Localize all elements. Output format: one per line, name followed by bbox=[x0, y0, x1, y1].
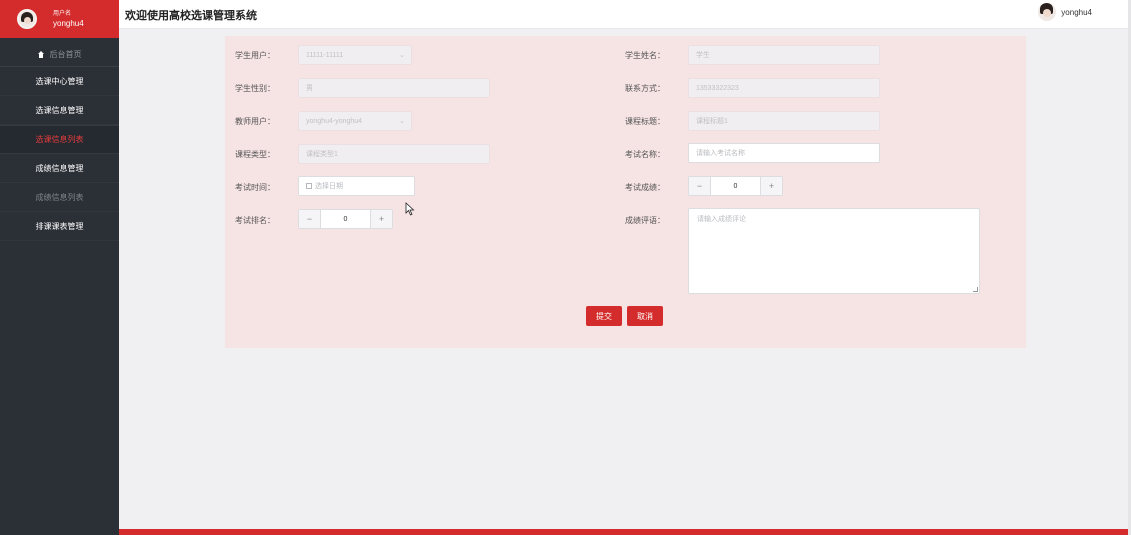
exam-rank-stepper[interactable]: − 0 + bbox=[298, 209, 393, 229]
sidebar-user-role: 用户名 bbox=[53, 11, 72, 17]
course-type-field[interactable]: 课程类型1 bbox=[298, 144, 490, 164]
header-username: yonghu4 bbox=[1061, 7, 1092, 17]
calendar-icon bbox=[306, 183, 312, 189]
sidebar-avatar bbox=[17, 9, 37, 29]
student-name-label: 学生姓名： bbox=[625, 51, 665, 60]
app-root: 用户名 yonghu4 后台首页 选课中心管理 选课信息管理 选课信息列表 成绩… bbox=[0, 0, 1131, 535]
sidebar-item-score-list[interactable]: 成绩信息列表 bbox=[0, 183, 119, 212]
sidebar-item-schedule[interactable]: 排课课表管理 bbox=[0, 212, 119, 241]
exam-score-stepper[interactable]: − 0 + bbox=[688, 176, 783, 196]
increment-button[interactable]: + bbox=[760, 177, 782, 195]
sidebar-item-course-center[interactable]: 选课中心管理 bbox=[0, 67, 119, 96]
mouse-cursor-icon bbox=[405, 202, 415, 216]
exam-score-value[interactable]: 0 bbox=[711, 177, 760, 195]
decrement-button[interactable]: − bbox=[689, 177, 711, 195]
sidebar: 用户名 yonghu4 后台首页 选课中心管理 选课信息管理 选课信息列表 成绩… bbox=[0, 0, 119, 535]
exam-name-input[interactable]: 请输入考试名称 bbox=[688, 143, 880, 163]
score-comment-textarea[interactable]: 请输入成绩评论 bbox=[688, 208, 980, 294]
sidebar-item-score-management[interactable]: 成绩信息管理 bbox=[0, 154, 119, 183]
course-type-value: 课程类型1 bbox=[306, 151, 338, 158]
sidebar-item-label: 排课课表管理 bbox=[35, 221, 84, 231]
course-title-field[interactable]: 课程标题1 bbox=[688, 111, 880, 131]
course-title-label: 课程标题： bbox=[625, 117, 665, 126]
avatar bbox=[1038, 3, 1057, 21]
student-name-value: 学生 bbox=[696, 52, 710, 59]
submit-button[interactable]: 提交 bbox=[586, 306, 622, 326]
sidebar-item-label: 成绩信息管理 bbox=[35, 163, 84, 173]
contact-label: 联系方式： bbox=[625, 84, 665, 93]
sidebar-item-label: 后台首页 bbox=[49, 49, 82, 59]
teacher-user-label: 教师用户： bbox=[235, 117, 275, 126]
course-title-value: 课程标题1 bbox=[696, 118, 728, 125]
page-title: 欢迎使用高校选课管理系统 bbox=[125, 10, 257, 22]
header-user-menu[interactable]: yonghu4 bbox=[1038, 3, 1092, 21]
course-type-label: 课程类型： bbox=[235, 150, 275, 159]
home-icon bbox=[37, 50, 45, 58]
bottom-accent-bar bbox=[119, 529, 1128, 535]
increment-button[interactable]: + bbox=[370, 210, 392, 228]
sidebar-item-label: 选课中心管理 bbox=[35, 76, 84, 86]
teacher-user-value: yonghu4-yonghu4 bbox=[306, 117, 363, 125]
sidebar-item-label: 成绩信息列表 bbox=[35, 192, 84, 202]
contact-value: 13533322323 bbox=[696, 84, 739, 92]
chevron-down-icon: ⌄ bbox=[399, 118, 405, 125]
sidebar-item-course-selection[interactable]: 选课信息管理 bbox=[0, 96, 119, 125]
resize-handle-icon[interactable] bbox=[973, 287, 978, 292]
sidebar-user: 用户名 yonghu4 bbox=[0, 0, 119, 38]
student-gender-field[interactable]: 男 bbox=[298, 78, 490, 98]
student-user-value: 11111-11111 bbox=[306, 51, 344, 59]
sidebar-item-home[interactable]: 后台首页 bbox=[0, 42, 119, 67]
sidebar-item-label: 选课信息管理 bbox=[35, 105, 84, 115]
exam-time-placeholder: 选择日期 bbox=[315, 183, 343, 190]
decrement-button[interactable]: − bbox=[299, 210, 321, 228]
student-name-field[interactable]: 学生 bbox=[688, 45, 880, 65]
cancel-button[interactable]: 取消 bbox=[627, 306, 663, 326]
exam-name-placeholder: 请输入考试名称 bbox=[696, 150, 745, 157]
score-comment-placeholder: 请输入成绩评论 bbox=[697, 216, 746, 223]
exam-time-date-picker[interactable]: 选择日期 bbox=[298, 176, 415, 196]
sidebar-user-text: 用户名 yonghu4 bbox=[53, 9, 84, 29]
sidebar-user-name: yonghu4 bbox=[53, 19, 84, 28]
sidebar-item-label: 选课信息列表 bbox=[35, 135, 84, 144]
exam-score-label: 考试成绩： bbox=[625, 183, 665, 192]
exam-time-label: 考试时间： bbox=[235, 183, 275, 192]
student-user-label: 学生用户： bbox=[235, 51, 275, 60]
teacher-user-select[interactable]: yonghu4-yonghu4 ⌄ bbox=[298, 111, 412, 131]
chevron-down-icon: ⌄ bbox=[399, 52, 405, 59]
student-user-select[interactable]: 11111-11111 ⌄ bbox=[298, 45, 412, 65]
exam-name-label: 考试名称： bbox=[625, 150, 665, 159]
student-gender-label: 学生性别： bbox=[235, 84, 275, 93]
student-gender-value: 男 bbox=[306, 85, 313, 92]
exam-rank-value[interactable]: 0 bbox=[321, 210, 370, 228]
score-comment-label: 成绩评语： bbox=[625, 216, 665, 225]
sidebar-item-course-selection-list[interactable]: 选课信息列表 bbox=[0, 125, 119, 154]
top-header: 欢迎使用高校选课管理系统 yonghu4 bbox=[119, 0, 1128, 29]
exam-rank-label: 考试排名： bbox=[235, 216, 275, 225]
form-panel: 学生用户： 11111-11111 ⌄ 学生姓名： 学生 学生性别： 男 联系方… bbox=[225, 36, 1026, 348]
contact-field[interactable]: 13533322323 bbox=[688, 78, 880, 98]
sidebar-menu: 后台首页 选课中心管理 选课信息管理 选课信息列表 成绩信息管理 成绩信息列表 … bbox=[0, 42, 119, 241]
